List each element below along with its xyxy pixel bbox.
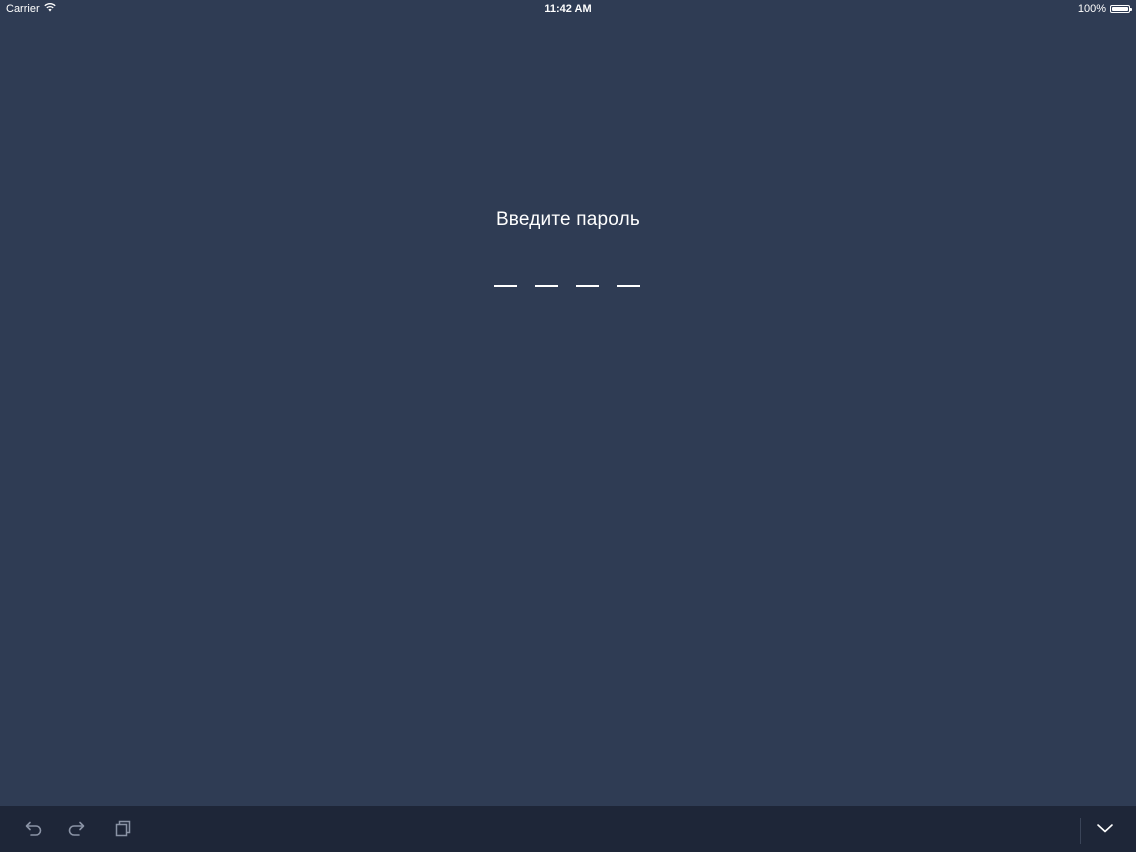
- hide-keyboard-button[interactable]: [1094, 819, 1116, 841]
- battery-icon: [1110, 5, 1132, 13]
- redo-icon: [67, 819, 87, 842]
- battery-fill: [1112, 7, 1128, 11]
- passcode-field[interactable]: [494, 285, 640, 287]
- pin-slot: [494, 285, 517, 287]
- keyboard-toolbar: [0, 806, 1136, 852]
- status-right: 100%: [1077, 3, 1132, 15]
- undo-button[interactable]: [22, 819, 44, 841]
- passcode-prompt: Введите пароль: [495, 209, 641, 230]
- pin-slot: [576, 285, 599, 287]
- status-bar: Carrier 11:42 AM 100%: [0, 0, 1136, 18]
- chevron-down-icon: [1096, 821, 1114, 839]
- status-time: 11:42 AM: [544, 3, 592, 15]
- toolbar-divider: [1080, 818, 1081, 844]
- redo-button[interactable]: [66, 819, 88, 841]
- paste-button[interactable]: [112, 819, 134, 841]
- undo-icon: [23, 819, 43, 842]
- pin-slot: [535, 285, 558, 287]
- clipboard-icon: [114, 819, 132, 842]
- pin-slot: [617, 285, 640, 287]
- battery-percent: 100%: [1077, 3, 1106, 15]
